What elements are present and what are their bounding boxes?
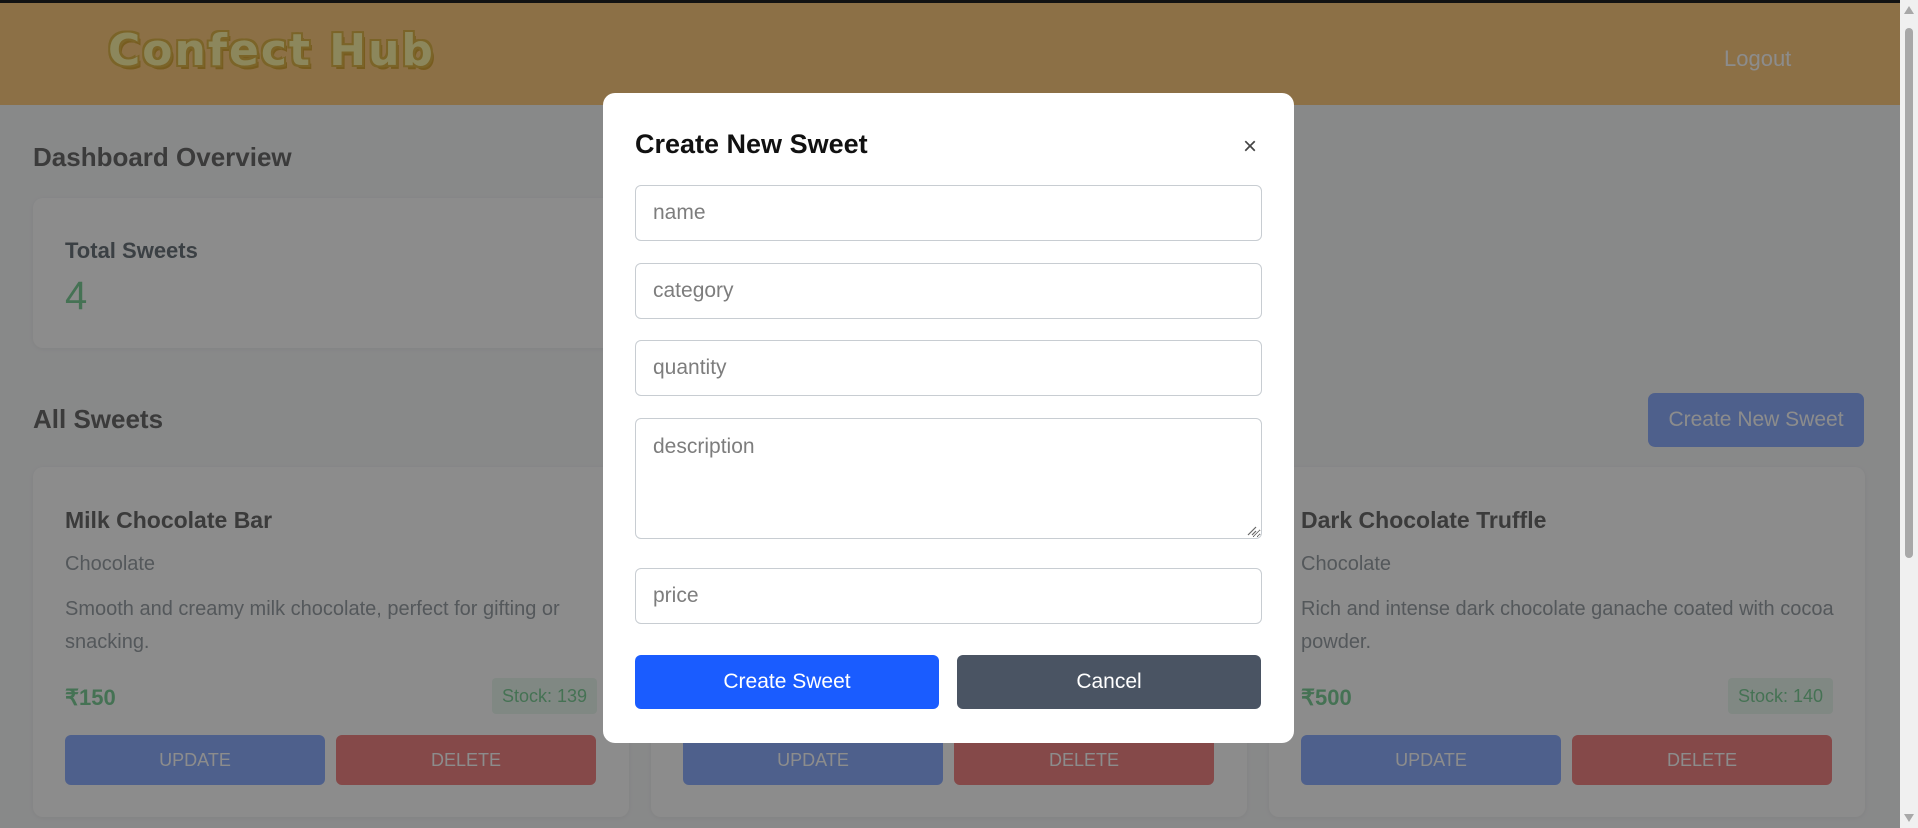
create-sweet-button[interactable]: Create Sweet — [635, 655, 939, 709]
create-sweet-modal: Create New Sweet × Create Sweet Cancel — [603, 93, 1294, 743]
name-input[interactable] — [635, 185, 1262, 241]
close-icon[interactable]: × — [1243, 133, 1257, 161]
scroll-down-arrow-icon[interactable] — [1904, 814, 1914, 822]
scrollbar-thumb[interactable] — [1905, 28, 1913, 558]
vertical-scrollbar[interactable] — [1900, 0, 1918, 828]
scroll-up-arrow-icon[interactable] — [1904, 6, 1914, 14]
price-input[interactable] — [635, 568, 1262, 624]
category-input[interactable] — [635, 263, 1262, 319]
resize-grip-icon[interactable] — [1247, 526, 1257, 536]
modal-title: Create New Sweet — [635, 129, 868, 159]
cancel-button[interactable]: Cancel — [957, 655, 1261, 709]
quantity-input[interactable] — [635, 340, 1262, 396]
description-textarea[interactable] — [635, 418, 1262, 539]
